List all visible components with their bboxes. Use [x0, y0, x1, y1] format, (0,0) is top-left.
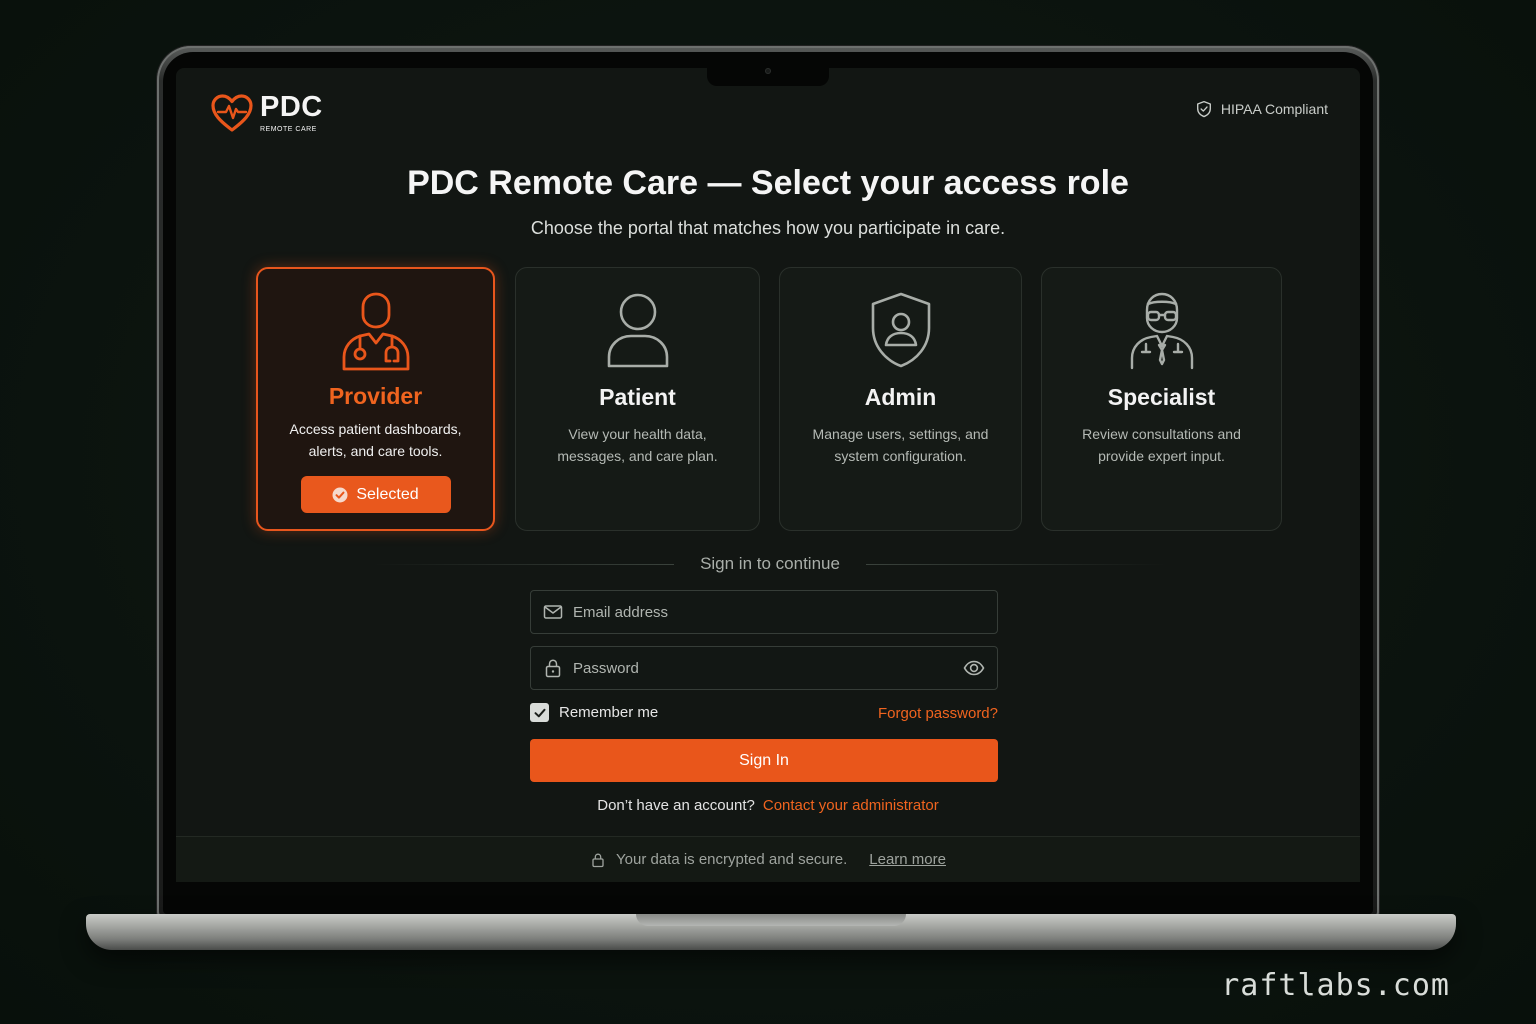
contact-admin-link[interactable]: Contact your administrator — [763, 797, 939, 814]
camera-icon — [765, 68, 771, 74]
selected-label: Selected — [356, 485, 419, 503]
check-circle-icon — [332, 487, 348, 502]
doctor-stethoscope-icon — [342, 292, 409, 371]
lock-icon — [592, 853, 604, 867]
hipaa-label: HIPAA Compliant — [1220, 101, 1328, 117]
role-name: Patient — [599, 384, 676, 410]
page-subtitle: Choose the portal that matches how you p… — [530, 218, 1006, 238]
shield-user-icon — [871, 292, 930, 368]
laptop-groove — [636, 914, 906, 926]
password-input[interactable] — [563, 647, 963, 689]
divider-text: Sign in to continue — [700, 554, 840, 573]
screen: PDC REMOTE CARE HIPAA Compliant PDC Remo… — [176, 68, 1360, 882]
learn-more-link[interactable]: Learn more — [869, 851, 946, 868]
divider-line — [372, 563, 675, 565]
role-card-patient[interactable]: Patient View your health data, messages,… — [515, 267, 760, 531]
signin-divider: Sign in to continue — [372, 552, 1169, 576]
role-name: Admin — [864, 384, 937, 410]
camera-notch — [707, 68, 829, 86]
password-field[interactable] — [530, 646, 998, 690]
user-icon — [607, 293, 668, 368]
checkmark-icon — [534, 708, 545, 717]
remember-checkbox[interactable] — [530, 703, 549, 722]
sign-in-button[interactable]: Sign In — [530, 739, 998, 782]
divider-line — [865, 563, 1169, 565]
brand-logo[interactable]: PDC REMOTE CARE — [210, 92, 323, 134]
lock-icon — [545, 659, 561, 678]
remember-me[interactable]: Remember me — [530, 703, 658, 722]
role-cards: Provider Access patient dashboards, aler… — [256, 267, 1282, 531]
role-name: Provider — [328, 383, 423, 409]
page-title: PDC Remote Care — Select your access rol… — [407, 164, 1129, 202]
email-input[interactable] — [563, 591, 985, 633]
role-card-provider[interactable]: Provider Access patient dashboards, aler… — [256, 267, 495, 531]
selected-button[interactable]: Selected — [300, 476, 451, 513]
watermark: raftlabs.com — [1221, 968, 1450, 1003]
role-name: Specialist — [1107, 384, 1216, 410]
mail-icon — [543, 605, 563, 619]
role-description: Manage users, settings, and system confi… — [812, 426, 989, 464]
security-footer: Your data is encrypted and secure. Learn… — [176, 836, 1360, 882]
no-account-text: Don’t have an account? — [597, 797, 755, 814]
brand-name: PDC — [260, 91, 323, 123]
role-card-specialist[interactable]: Specialist Review consultations and prov… — [1041, 267, 1282, 531]
role-description: Access patient dashboards, alerts, and c… — [289, 421, 462, 459]
email-field[interactable] — [530, 590, 998, 634]
remember-label: Remember me — [559, 704, 659, 721]
role-description: View your health data, messages, and car… — [557, 426, 718, 464]
laptop-base — [86, 914, 1456, 950]
heart-pulse-icon — [211, 94, 253, 132]
specialist-glasses-icon — [1130, 292, 1193, 370]
hipaa-badge: HIPAA Compliant — [1195, 100, 1328, 118]
security-text: Your data is encrypted and secure. — [616, 851, 848, 868]
role-description: Review consultations and provide expert … — [1082, 426, 1241, 464]
role-card-admin[interactable]: Admin Manage users, settings, and system… — [779, 267, 1022, 531]
forgot-password-link[interactable]: Forgot password? — [878, 705, 998, 722]
shield-check-icon — [1196, 100, 1211, 118]
brand-tagline: REMOTE CARE — [260, 126, 317, 133]
eye-icon[interactable] — [963, 657, 985, 679]
no-account-row: Don’t have an account? Contact your admin… — [176, 797, 1360, 814]
